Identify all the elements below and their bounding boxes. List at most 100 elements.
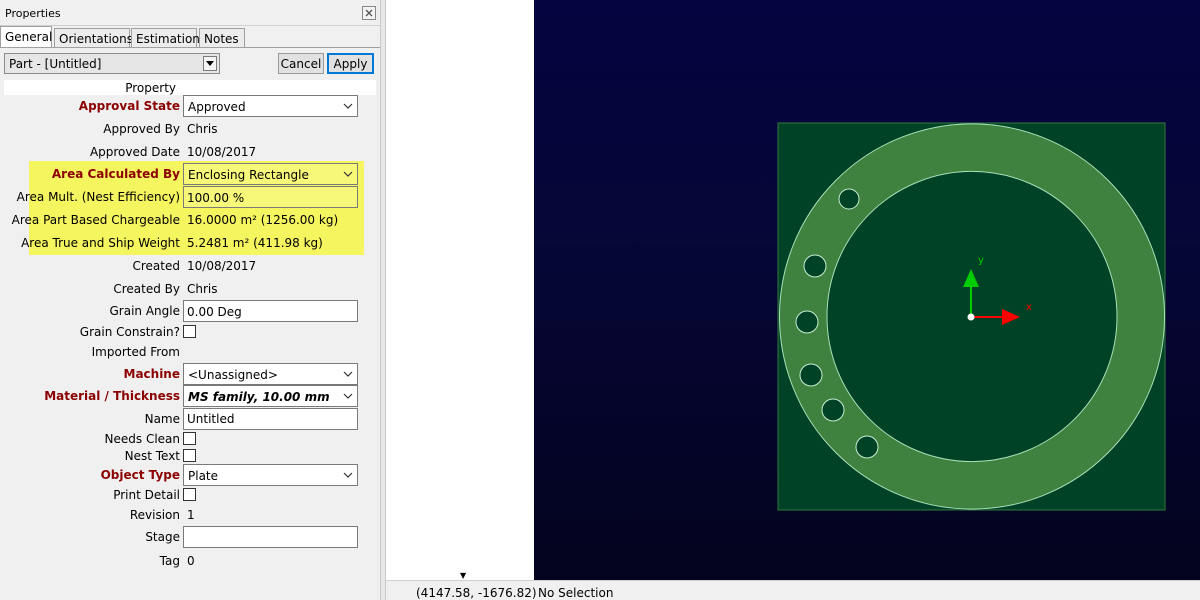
machine-value: <Unassigned> bbox=[188, 368, 278, 382]
chevron-down-icon[interactable] bbox=[203, 56, 217, 71]
tab-bar: General Orientations Estimation Notes bbox=[0, 26, 380, 48]
row-approved-by: Approved By Chris bbox=[4, 118, 376, 140]
part-drawing: y x bbox=[777, 122, 1166, 511]
chevron-down-icon bbox=[343, 393, 353, 399]
object-type-value: Plate bbox=[188, 469, 219, 483]
selection-status: No Selection bbox=[538, 586, 614, 600]
tab-divider bbox=[0, 47, 380, 48]
row-object-type: Object Type Plate bbox=[4, 464, 376, 486]
tab-orientations[interactable]: Orientations bbox=[54, 28, 133, 48]
needs-clean-label: Needs Clean bbox=[104, 432, 180, 446]
object-type-select[interactable]: Plate bbox=[183, 464, 358, 486]
tab-estimation[interactable]: Estimation bbox=[131, 28, 200, 48]
created-value: 10/08/2017 bbox=[187, 259, 257, 273]
stage-label: Stage bbox=[145, 530, 180, 544]
area-calculated-by-label: Area Calculated By bbox=[51, 167, 180, 181]
name-label: Name bbox=[144, 412, 180, 426]
tag-value: 0 bbox=[187, 554, 195, 568]
row-area-mult: Area Mult. (Nest Efficiency) 100.00 % bbox=[4, 186, 376, 208]
row-area-part-based: Area Part Based Chargeable 16.0000 m² (1… bbox=[4, 209, 376, 231]
area-mult-label: Area Mult. (Nest Efficiency) bbox=[16, 190, 180, 204]
area-part-based-label: Area Part Based Chargeable bbox=[11, 213, 180, 227]
material-thickness-label: Material / Thickness bbox=[44, 389, 180, 403]
chevron-down-icon bbox=[343, 472, 353, 478]
tab-general[interactable]: General bbox=[0, 26, 52, 48]
material-thickness-select[interactable]: MS family, 10.00 mm bbox=[183, 385, 358, 407]
row-approved-date: Approved Date 10/08/2017 bbox=[4, 141, 376, 163]
row-name: Name Untitled bbox=[4, 408, 376, 430]
apply-button[interactable]: Apply bbox=[327, 53, 374, 74]
row-created-by: Created By Chris bbox=[4, 278, 376, 300]
property-grid: Property Approval State Approved Approve… bbox=[4, 80, 376, 580]
tab-notes[interactable]: Notes bbox=[199, 28, 245, 48]
machine-select[interactable]: <Unassigned> bbox=[183, 363, 358, 385]
revision-label: Revision bbox=[129, 508, 180, 522]
row-grain-constrain: Grain Constrain? bbox=[4, 321, 376, 343]
material-thickness-value: MS family, 10.00 mm bbox=[188, 390, 330, 404]
chevron-down-icon bbox=[343, 171, 353, 177]
approved-by-label: Approved By bbox=[103, 122, 180, 136]
area-mult-input[interactable]: 100.00 % bbox=[183, 186, 358, 208]
grain-angle-input[interactable]: 0.00 Deg bbox=[183, 300, 358, 322]
chevron-down-icon bbox=[343, 371, 353, 377]
row-stage: Stage bbox=[4, 526, 376, 548]
cursor-coordinates: (4147.58, -1676.82) bbox=[416, 586, 537, 600]
y-axis-label: y bbox=[978, 255, 984, 266]
print-detail-label: Print Detail bbox=[113, 488, 180, 502]
row-imported-from: Imported From bbox=[4, 341, 376, 363]
hole bbox=[821, 398, 845, 422]
object-type-label: Object Type bbox=[100, 468, 180, 482]
row-approval-state: Approval State Approved bbox=[4, 95, 376, 117]
canvas-area: y x bbox=[386, 0, 1200, 580]
machine-label: Machine bbox=[123, 367, 181, 381]
area-true-value: 5.2481 m² (411.98 kg) bbox=[187, 236, 323, 250]
name-input[interactable]: Untitled bbox=[183, 408, 358, 430]
area-calculated-by-select[interactable]: Enclosing Rectangle bbox=[183, 163, 358, 185]
created-by-label: Created By bbox=[113, 282, 180, 296]
print-detail-checkbox[interactable] bbox=[183, 488, 196, 501]
nest-text-label: Nest Text bbox=[124, 449, 180, 463]
grid-header: Property bbox=[4, 80, 376, 95]
row-revision: Revision 1 bbox=[4, 504, 376, 526]
grain-constrain-label: Grain Constrain? bbox=[79, 325, 180, 339]
name-value: Untitled bbox=[187, 412, 235, 426]
row-area-calculated-by: Area Calculated By Enclosing Rectangle bbox=[4, 163, 376, 185]
hole bbox=[838, 188, 860, 210]
drawing-canvas[interactable]: y x bbox=[534, 0, 1200, 580]
grain-constrain-checkbox[interactable] bbox=[183, 325, 196, 338]
grid-header-label: Property bbox=[125, 81, 176, 95]
approval-state-select[interactable]: Approved bbox=[183, 95, 358, 117]
panel-titlebar: Properties bbox=[0, 0, 380, 26]
grain-angle-label: Grain Angle bbox=[109, 304, 181, 318]
nest-text-checkbox[interactable] bbox=[183, 449, 196, 462]
properties-panel: Properties General Orientations Estimati… bbox=[0, 0, 380, 600]
row-created: Created 10/08/2017 bbox=[4, 255, 376, 277]
row-area-true: Area True and Ship Weight 5.2481 m² (411… bbox=[4, 232, 376, 254]
status-bar: ▼ (4147.58, -1676.82) No Selection bbox=[386, 571, 1200, 600]
approval-state-label: Approval State bbox=[78, 99, 180, 113]
stage-input[interactable] bbox=[183, 526, 358, 548]
row-machine: Machine <Unassigned> bbox=[4, 363, 376, 385]
x-axis-label: x bbox=[1026, 302, 1032, 313]
approved-date-value: 10/08/2017 bbox=[187, 145, 257, 159]
area-part-based-value: 16.0000 m² (1256.00 kg) bbox=[187, 213, 339, 227]
needs-clean-checkbox[interactable] bbox=[183, 432, 196, 445]
panel-title: Properties bbox=[5, 7, 61, 20]
approved-by-value: Chris bbox=[187, 122, 218, 136]
part-select-value: Part - [Untitled] bbox=[9, 57, 102, 71]
created-by-value: Chris bbox=[187, 282, 218, 296]
hole bbox=[795, 310, 819, 334]
chevron-down-icon bbox=[343, 103, 353, 109]
part-select[interactable]: Part - [Untitled] bbox=[4, 53, 220, 74]
origin-point bbox=[967, 313, 975, 321]
scroll-down-icon[interactable]: ▼ bbox=[460, 571, 466, 580]
area-true-label: Area True and Ship Weight bbox=[21, 236, 180, 250]
row-grain-angle: Grain Angle 0.00 Deg bbox=[4, 300, 376, 322]
area-mult-value: 100.00 % bbox=[187, 191, 245, 205]
created-label: Created bbox=[132, 259, 181, 273]
close-icon[interactable] bbox=[362, 6, 376, 20]
cancel-button[interactable]: Cancel bbox=[278, 53, 324, 74]
imported-from-label: Imported From bbox=[91, 345, 180, 359]
revision-value: 1 bbox=[187, 508, 195, 522]
approved-date-label: Approved Date bbox=[89, 145, 180, 159]
